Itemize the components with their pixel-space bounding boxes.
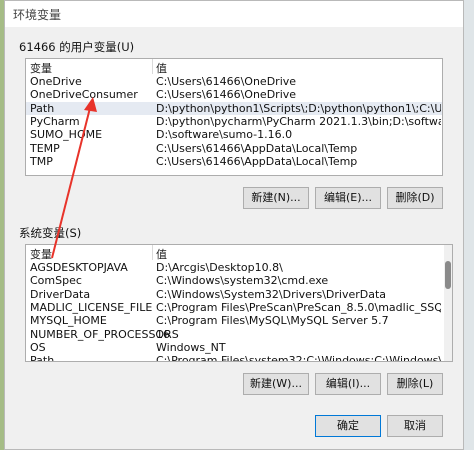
variable-name: AGSDESKTOPJAVA [30,261,128,274]
table-row[interactable]: TEMP C:\Users\61466\AppData\Local\Temp [26,142,442,155]
variable-name: DriverData [30,287,91,301]
variable-name: PyCharm [30,114,80,128]
table-row[interactable]: NUMBER_OF_PROCESSORS 16 [26,328,452,341]
system-variables-label: 系统变量(S) [19,226,82,240]
scrollbar-thumb[interactable] [445,261,451,289]
variable-name: TEMP [30,141,60,155]
variable-value: C:\Users\61466\AppData\Local\Temp [156,154,358,168]
ok-button[interactable]: 确定 [315,415,381,437]
column-divider[interactable] [152,245,153,260]
user-list-header: 变量 值 [26,59,442,76]
table-row[interactable]: OS Windows_NT [26,341,452,354]
variable-name: SUMO_HOME [30,128,103,142]
variable-value: C:\Users\61466\AppData\Local\Temp [156,141,358,155]
table-row[interactable]: DriverData C:\Windows\System32\Drivers\Dr… [26,288,452,301]
variable-value: C:\Program Files\PreScan\PreScan_8.5.0\m… [156,300,441,314]
column-header-value[interactable]: 值 [156,246,167,262]
variable-value: 16 [156,327,170,341]
variable-value: C:\Users\61466\OneDrive [156,75,297,88]
variable-name: ComSpec [30,274,82,288]
variable-name: OS [30,340,46,354]
system-edit-button[interactable]: 编辑(I)... [315,373,381,395]
variable-name: MADLIC_LICENSE_FILE [30,300,153,314]
title-bar[interactable]: 环境变量 [5,1,463,27]
user-delete-button[interactable]: 删除(D) [387,187,443,209]
system-delete-button[interactable]: 删除(L) [387,373,443,395]
table-row[interactable]: PyCharm D:\python\pycharm\PyCharm 2021.1.… [26,115,442,128]
table-row[interactable]: OneDriveConsumer C:\Users\61466\OneDrive [26,88,442,101]
system-variables-list[interactable]: 变量 值 AGSDESKTOPJAVA D:\Arcgis\Desktop10.8… [25,244,453,362]
user-variables-label: 61466 的用户变量(U) [19,40,135,54]
variable-value: D:\python\python1\Scripts\;D:\python\pyt… [156,101,441,115]
system-new-button[interactable]: 新建(W)... [243,373,309,395]
column-divider[interactable] [152,59,153,74]
system-list-scrollbar[interactable] [444,245,452,361]
table-row[interactable]: Path C:\Program Files\system32;C:\Windows… [26,354,452,362]
table-row[interactable]: SUMO_HOME D:\software\sumo-1.16.0 [26,128,442,141]
variable-value: C:\Windows\System32\Drivers\DriverData [156,287,387,301]
variable-name: MYSQL_HOME [30,314,107,328]
column-header-variable[interactable]: 变量 [30,246,52,262]
variable-name: Path [30,354,55,362]
variable-name: OneDriveConsumer [30,88,138,102]
table-row[interactable]: AGSDESKTOPJAVA D:\Arcgis\Desktop10.8\ [26,261,452,274]
variable-value: C:\Users\61466\OneDrive [156,88,297,102]
window-title: 环境变量 [13,8,62,22]
user-new-button[interactable]: 新建(N)... [243,187,309,209]
variable-value: C:\Windows\system32\cmd.exe [156,274,329,288]
user-edit-button[interactable]: 编辑(E)... [315,187,381,209]
variable-value: D:\Arcgis\Desktop10.8\ [156,261,283,274]
variable-name: OneDrive [30,75,82,88]
cancel-button[interactable]: 取消 [387,415,443,437]
table-row[interactable]: MADLIC_LICENSE_FILE C:\Program Files\PreS… [26,301,452,314]
variable-value: C:\Program Files\system32;C:\Windows;C:\… [156,354,441,362]
variable-name: TMP [30,154,53,168]
table-row[interactable]: MYSQL_HOME C:\Program Files\MySQL\MySQL S… [26,314,452,327]
variable-name: Path [30,101,55,115]
variable-value: D:\python\pycharm\PyCharm 2021.1.3\bin;D… [156,114,441,128]
table-row[interactable]: ComSpec C:\Windows\system32\cmd.exe [26,274,452,287]
variable-value: D:\software\sumo-1.16.0 [156,128,293,142]
table-row[interactable]: Path D:\python\python1\Scripts\;D:\python… [26,101,442,115]
table-row[interactable]: OneDrive C:\Users\61466\OneDrive [26,75,442,88]
variable-value: C:\Program Files\MySQL\MySQL Server 5.7 [156,314,389,328]
environment-variables-dialog: 环境变量 61466 的用户变量(U) 变量 值 OneDrive C:\User… [4,0,464,450]
variable-value: Windows_NT [156,340,226,354]
table-row[interactable]: TMP C:\Users\61466\AppData\Local\Temp [26,155,442,168]
column-header-value[interactable]: 值 [156,60,167,76]
user-variables-list[interactable]: 变量 值 OneDrive C:\Users\61466\OneDrive OneD… [25,58,443,176]
background-edge-right [464,0,474,450]
column-header-variable[interactable]: 变量 [30,60,52,76]
system-list-header: 变量 值 [26,245,452,262]
